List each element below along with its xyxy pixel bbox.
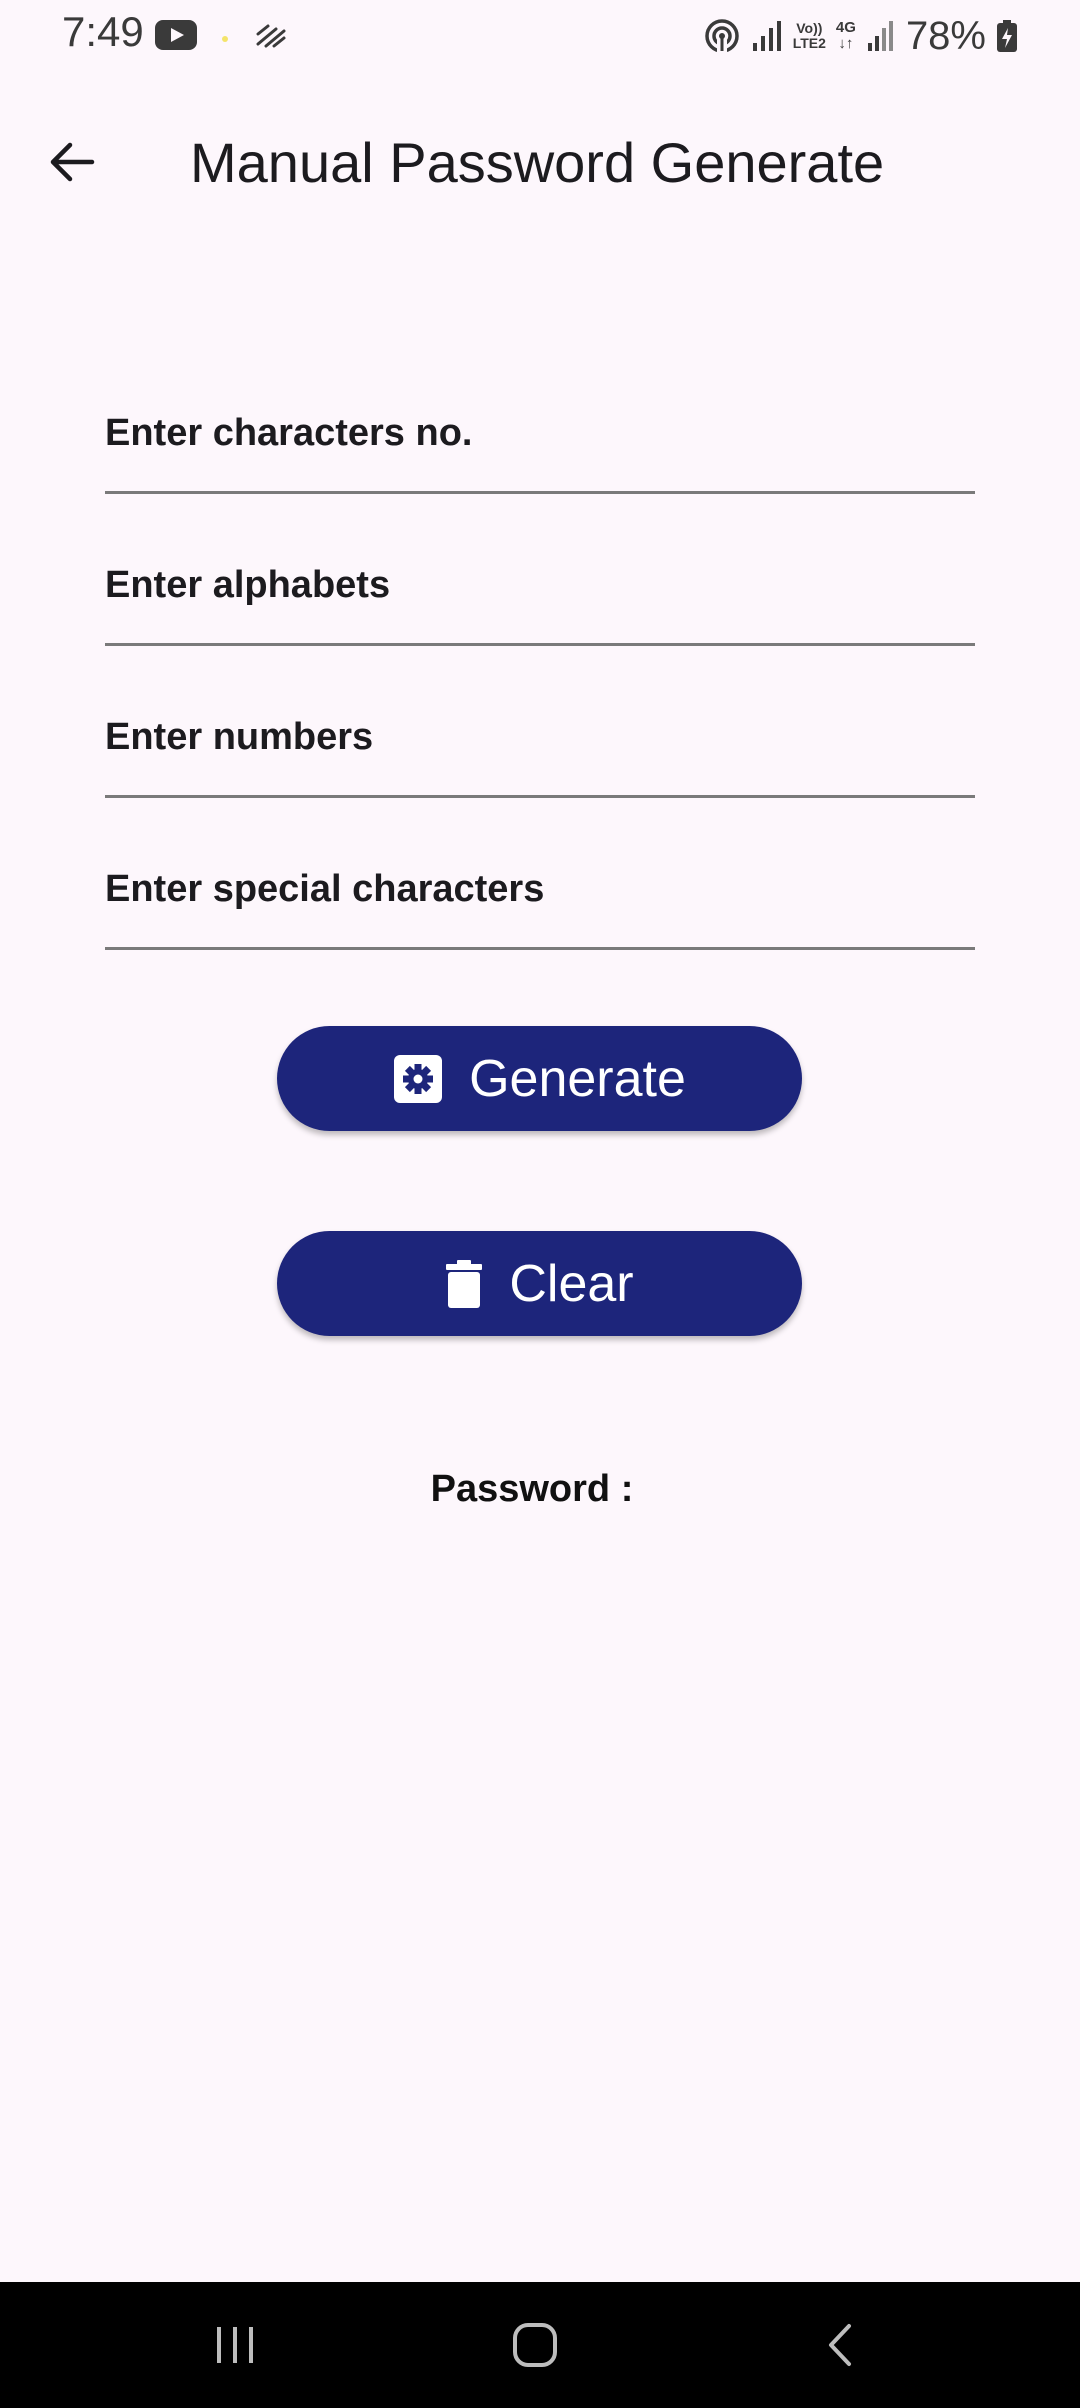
home-icon [513,2323,557,2367]
alphabets-field [105,494,975,646]
youtube-notification-icon [155,20,197,50]
special-characters-input[interactable] [105,859,975,919]
status-time: 7:49 [62,8,144,55]
back-button[interactable] [30,124,114,200]
battery-charging-icon [997,20,1017,52]
clear-button-label: Clear [509,1254,634,1313]
gear-icon [393,1054,443,1104]
trash-icon [445,1259,483,1309]
signal-strength-icon [752,21,781,51]
hotspot-icon [704,19,739,55]
recents-button[interactable] [190,2312,280,2378]
4g-indicator: 4G ↓↑ [836,20,856,52]
signal-strength-2-icon [867,21,893,51]
status-icons: Vo)) LTE2 4G ↓↑ 78% [703,8,1018,64]
lte-label: LTE2 [792,35,826,51]
arrow-left-icon [50,142,95,182]
alphabets-input[interactable] [105,555,975,615]
network-4g-label: 4G [835,19,856,36]
numbers-input[interactable] [105,707,975,767]
characters-count-input[interactable] [105,403,975,463]
generate-button[interactable]: Generate [277,1026,802,1131]
notification-dot-icon [222,36,228,42]
data-arrows-icon: ↓↑ [838,35,854,52]
volte-indicator: Vo)) LTE2 [793,21,826,51]
generate-button-label: Generate [469,1049,686,1108]
back-icon [829,2324,851,2366]
status-bar: 7:49 Vo)) LTE2 4G ↓↑ 78% [0,0,1080,72]
password-result: Password : [0,1468,1070,1511]
app-bar: Manual Password Generate [0,100,1080,224]
characters-count-field [105,380,975,494]
nav-back-button[interactable] [795,2312,885,2378]
numbers-field [105,646,975,798]
special-characters-field [105,798,975,950]
home-button[interactable] [490,2312,580,2378]
sync-notification-icon [256,24,286,48]
battery-percent: 78% [905,13,986,58]
volte-label: Vo)) [796,20,823,36]
system-navigation-bar [0,2282,1080,2408]
clear-button[interactable]: Clear [277,1231,802,1336]
recents-icon [217,2327,253,2363]
password-form [105,380,975,950]
page-title: Manual Password Generate [190,131,885,194]
password-label: Password : [430,1468,634,1510]
